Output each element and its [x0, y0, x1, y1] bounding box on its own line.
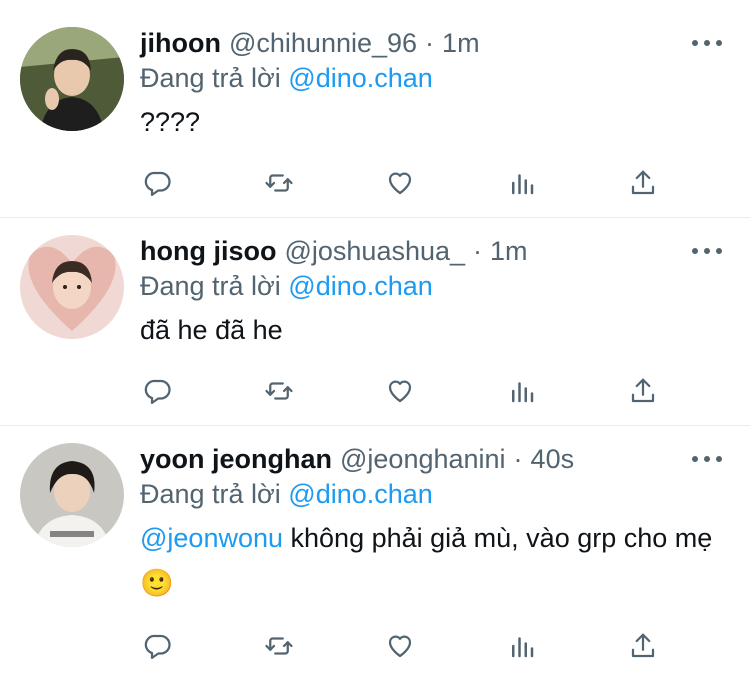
reply-to-link[interactable]: @dino.chan	[288, 63, 433, 93]
timestamp[interactable]: 40s	[531, 442, 575, 476]
reply-icon	[144, 171, 171, 196]
reply-prefix: Đang trả lời	[140, 479, 281, 509]
user-handle[interactable]: @chihunnie_96	[229, 26, 417, 60]
retweet-icon	[264, 174, 293, 192]
share-icon	[631, 633, 655, 658]
analytics-icon	[511, 382, 533, 403]
reply-button[interactable]	[140, 629, 174, 663]
retweet-button[interactable]	[262, 166, 296, 200]
analytics-button[interactable]	[505, 629, 539, 663]
reply-button[interactable]	[140, 166, 174, 200]
display-name[interactable]: hong jisoo	[140, 234, 276, 268]
replying-to: Đang trả lời @dino.chan	[140, 477, 730, 511]
like-button[interactable]	[383, 166, 417, 200]
avatar[interactable]	[20, 27, 124, 131]
replying-to: Đang trả lời @dino.chan	[140, 269, 730, 303]
share-button[interactable]	[626, 629, 660, 663]
avatar[interactable]	[20, 235, 124, 339]
more-icon[interactable]	[692, 26, 722, 60]
tweet-actions	[140, 166, 660, 200]
user-handle[interactable]: @jeonghanini	[340, 442, 506, 476]
separator: ·	[425, 28, 435, 58]
reply-to-link[interactable]: @dino.chan	[288, 479, 433, 509]
tweet[interactable]: hong jisoo @joshuashua_ · 1m Đang trả lờ…	[0, 218, 750, 426]
tweet[interactable]: yoon jeonghan @jeonghanini · 40s Đang tr…	[0, 426, 750, 677]
share-button[interactable]	[626, 166, 660, 200]
tweet-actions	[140, 629, 660, 663]
analytics-icon	[511, 174, 533, 195]
analytics-button[interactable]	[505, 374, 539, 408]
timestamp[interactable]: 1m	[490, 234, 528, 268]
retweet-button[interactable]	[262, 374, 296, 408]
reply-prefix: Đang trả lời	[140, 271, 281, 301]
reply-icon	[144, 379, 171, 404]
share-icon	[631, 378, 655, 403]
tweet-actions	[140, 374, 660, 408]
heart-icon	[388, 635, 412, 658]
like-button[interactable]	[383, 629, 417, 663]
share-button[interactable]	[626, 374, 660, 408]
replying-to: Đang trả lời @dino.chan	[140, 61, 730, 95]
more-icon[interactable]	[692, 234, 722, 268]
emoji: 🙂	[140, 568, 174, 598]
display-name[interactable]: yoon jeonghan	[140, 442, 332, 476]
retweet-button[interactable]	[262, 629, 296, 663]
reply-icon	[144, 634, 171, 659]
analytics-button[interactable]	[505, 166, 539, 200]
display-name[interactable]: jihoon	[140, 26, 221, 60]
reply-button[interactable]	[140, 374, 174, 408]
timestamp[interactable]: 1m	[442, 26, 480, 60]
tweet-text: đã he đã he	[140, 315, 283, 345]
retweet-icon	[264, 637, 293, 655]
share-icon	[631, 170, 655, 195]
user-handle[interactable]: @joshuashua_	[284, 234, 465, 268]
mention-link[interactable]: @jeonwonu	[140, 523, 283, 553]
heart-icon	[388, 380, 412, 403]
separator: ·	[513, 444, 523, 474]
like-button[interactable]	[383, 374, 417, 408]
tweet-text: ????	[140, 107, 201, 137]
separator: ·	[473, 236, 483, 266]
reply-prefix: Đang trả lời	[140, 63, 281, 93]
tweet-body: không phải giả mù, vào grp cho mẹ	[283, 523, 713, 553]
analytics-icon	[511, 637, 533, 658]
heart-icon	[388, 172, 412, 195]
more-icon[interactable]	[692, 442, 722, 476]
reply-to-link[interactable]: @dino.chan	[288, 271, 433, 301]
tweet[interactable]: jihoon @chihunnie_96 · 1m Đang trả lời @…	[0, 0, 750, 218]
retweet-icon	[264, 382, 293, 400]
avatar[interactable]	[20, 443, 124, 547]
tweet-text: @jeonwonu không phải giả mù, vào grp cho…	[140, 516, 730, 606]
